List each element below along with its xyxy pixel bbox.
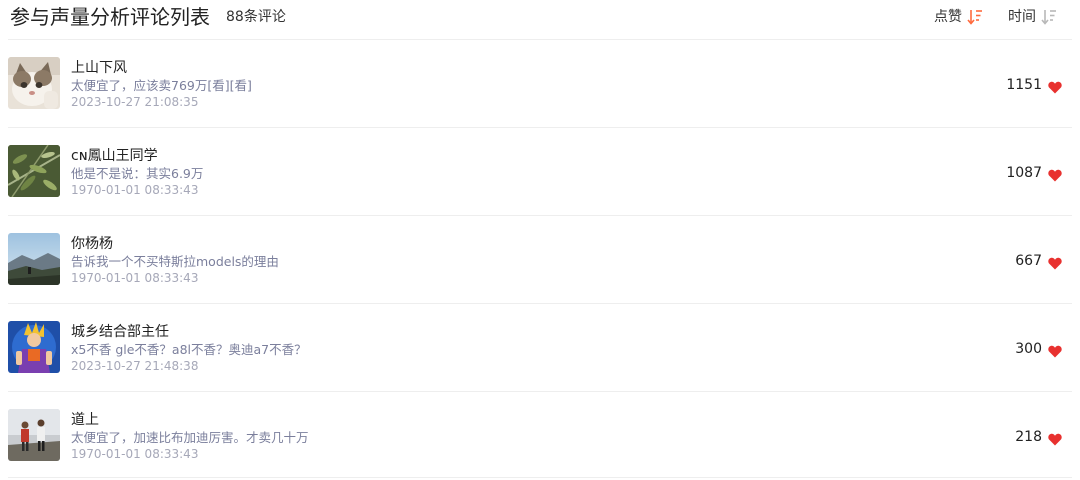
list-bottom-divider <box>8 477 1072 478</box>
sort-by-likes-button[interactable]: 点赞 <box>934 6 983 28</box>
comment-text: x5不香 gle不香？a8l不香？奥迪a7不香？ <box>71 342 307 357</box>
heart-icon[interactable] <box>1048 343 1062 358</box>
comment-list-panel: 参与声量分析评论列表 88条评论 点赞 时间 上山下风 太便宜了，应该卖769万… <box>0 0 1080 480</box>
sort-likes-label: 点赞 <box>934 9 962 25</box>
comment-username[interactable]: 你杨杨 <box>71 234 113 254</box>
comment-text: 太便宜了，应该卖769万[看][看] <box>71 78 252 93</box>
comment-timestamp: 1970-01-01 08:33:43 <box>71 271 199 285</box>
like-counter: 667 <box>1015 251 1062 271</box>
sort-descending-icon <box>1041 8 1057 26</box>
like-counter: 1087 <box>1006 163 1062 183</box>
like-count: 218 <box>1015 429 1042 445</box>
comment-count: 88条评论 <box>226 9 286 25</box>
cat-photo-avatar[interactable] <box>8 57 60 109</box>
like-count: 667 <box>1015 253 1042 269</box>
sort-time-label: 时间 <box>1008 9 1036 25</box>
comment-row: 上山下风 太便宜了，应该卖769万[看][看] 2023-10-27 21:08… <box>8 39 1072 127</box>
sort-descending-icon <box>967 8 983 26</box>
comment-timestamp: 1970-01-01 08:33:43 <box>71 183 199 197</box>
comment-row: ᴄɴ鳳山王同学 他是不是说：其实6.9万 1970-01-01 08:33:43… <box>8 127 1072 215</box>
like-count: 300 <box>1015 341 1042 357</box>
mountain-landscape-avatar[interactable] <box>8 233 60 285</box>
comment-text: 太便宜了，加速比布加迪厉害。才卖几十万 <box>71 430 309 445</box>
sort-by-time-button[interactable]: 时间 <box>1008 6 1057 28</box>
like-counter: 218 <box>1015 427 1062 447</box>
comment-row: 道上 太便宜了，加速比布加迪厉害。才卖几十万 1970-01-01 08:33:… <box>8 391 1072 479</box>
panel-header: 参与声量分析评论列表 88条评论 点赞 时间 <box>0 0 1080 38</box>
comment-row: 城乡结合部主任 x5不香 gle不香？a8l不香？奥迪a7不香？ 2023-10… <box>8 303 1072 391</box>
comment-username[interactable]: 道上 <box>71 410 99 430</box>
comment-timestamp: 1970-01-01 08:33:43 <box>71 447 199 461</box>
two-people-outdoors-avatar[interactable] <box>8 409 60 461</box>
anime-figure-avatar[interactable] <box>8 321 60 373</box>
heart-icon[interactable] <box>1048 255 1062 270</box>
like-count: 1151 <box>1006 77 1042 93</box>
heart-icon[interactable] <box>1048 79 1062 94</box>
comment-username[interactable]: 上山下风 <box>71 58 127 78</box>
comment-row: 你杨杨 告诉我一个不买特斯拉models的理由 1970-01-01 08:33… <box>8 215 1072 303</box>
comment-list: 上山下风 太便宜了，应该卖769万[看][看] 2023-10-27 21:08… <box>8 39 1072 479</box>
like-count: 1087 <box>1006 165 1042 181</box>
panel-title: 参与声量分析评论列表 <box>10 5 210 29</box>
comment-username[interactable]: ᴄɴ鳳山王同学 <box>71 146 158 166</box>
like-counter: 1151 <box>1006 75 1062 95</box>
heart-icon[interactable] <box>1048 167 1062 182</box>
like-counter: 300 <box>1015 339 1062 359</box>
comment-timestamp: 2023-10-27 21:08:35 <box>71 95 199 109</box>
plant-leaves-avatar[interactable] <box>8 145 60 197</box>
comment-timestamp: 2023-10-27 21:48:38 <box>71 359 199 373</box>
heart-icon[interactable] <box>1048 431 1062 446</box>
comment-username[interactable]: 城乡结合部主任 <box>71 322 169 342</box>
comment-text: 告诉我一个不买特斯拉models的理由 <box>71 254 279 269</box>
comment-text: 他是不是说：其实6.9万 <box>71 166 204 181</box>
